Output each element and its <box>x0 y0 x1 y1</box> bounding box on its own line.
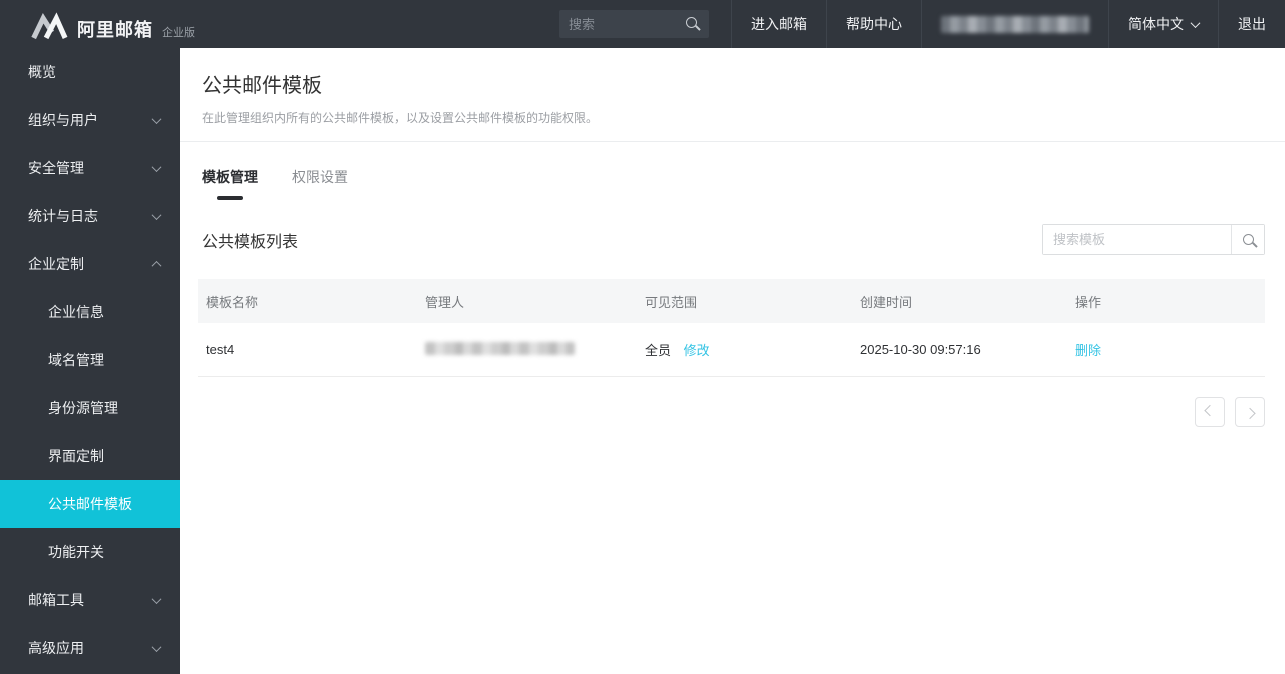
prev-page-button[interactable] <box>1195 397 1225 427</box>
section-title: 公共模板列表 <box>202 233 299 251</box>
tab-label: 权限设置 <box>292 169 348 185</box>
enter-mailbox-button[interactable]: 进入邮箱 <box>731 0 826 48</box>
sidebar-item-enterprise-custom[interactable]: 企业定制 <box>0 240 180 288</box>
sidebar-item-advanced-apps[interactable]: 高级应用 <box>0 624 180 672</box>
sidebar-item-label: 身份源管理 <box>48 400 118 416</box>
sidebar-item-public-mail-templates[interactable]: 公共邮件模板 <box>0 480 180 528</box>
next-page-button[interactable] <box>1235 397 1265 427</box>
sidebar-item-label: 概览 <box>28 64 56 80</box>
account-menu[interactable] <box>921 0 1108 48</box>
account-name-redacted <box>941 15 1089 33</box>
topbar-search <box>559 10 709 38</box>
brand-name: 阿里邮箱 <box>77 20 153 40</box>
page-title: 公共邮件模板 <box>202 75 322 97</box>
sidebar-item-feature-switch[interactable]: 功能开关 <box>0 528 180 576</box>
cell-actions: 删除 <box>1067 340 1265 359</box>
language-label: 简体中文 <box>1128 16 1184 32</box>
sidebar-item-label: 企业定制 <box>28 256 84 272</box>
tab-label: 模板管理 <box>202 169 258 185</box>
brand-edition-badge: 企业版 <box>162 27 195 39</box>
chevron-down-icon <box>151 641 162 652</box>
sidebar-item-label: 安全管理 <box>28 160 84 176</box>
logout-label: 退出 <box>1238 16 1266 32</box>
list-header: 公共模板列表 <box>180 200 1285 279</box>
col-header-created: 创建时间 <box>860 294 913 310</box>
pagination <box>200 397 1265 427</box>
chevron-up-icon <box>151 260 162 271</box>
chevron-right-icon <box>1244 407 1256 420</box>
sidebar-item-label: 公共邮件模板 <box>48 496 132 512</box>
table-header-row: 模板名称 管理人 可见范围 创建时间 操作 <box>198 279 1265 323</box>
sidebar-item-org-users[interactable]: 组织与用户 <box>0 96 180 144</box>
sidebar-item-label: 域名管理 <box>48 352 104 368</box>
sidebar-item-stats-logs[interactable]: 统计与日志 <box>0 192 180 240</box>
chevron-down-icon <box>151 113 162 124</box>
help-center-label: 帮助中心 <box>846 16 902 32</box>
tab-bar: 模板管理 权限设置 <box>180 142 1285 200</box>
main-content: 公共邮件模板 在此管理组织内所有的公共邮件模板，以及设置公共邮件模板的功能权限。… <box>180 48 1285 674</box>
sidebar-item-label: 高级应用 <box>28 640 84 656</box>
cell-created-time: 2025-10-30 09:57:16 <box>860 342 981 357</box>
search-icon <box>1242 234 1254 245</box>
sidebar-item-domain-mgmt[interactable]: 域名管理 <box>0 336 180 384</box>
alimail-logo-icon <box>31 12 68 40</box>
chevron-down-icon <box>151 161 162 172</box>
tab-permission-settings[interactable]: 权限设置 <box>292 167 348 200</box>
help-center-button[interactable]: 帮助中心 <box>826 0 921 48</box>
sidebar-item-label: 邮箱工具 <box>28 592 84 608</box>
cell-visibility: 全员 修改 <box>637 340 852 359</box>
chevron-down-icon <box>151 209 162 220</box>
sidebar-item-label: 界面定制 <box>48 448 104 464</box>
logout-button[interactable]: 退出 <box>1218 0 1285 48</box>
brand-logo: 阿里邮箱 企业版 <box>0 6 195 42</box>
enter-mailbox-label: 进入邮箱 <box>751 16 807 32</box>
template-table: 模板名称 管理人 可见范围 创建时间 操作 test4 全员 修改 2025-1… <box>198 279 1265 377</box>
visibility-value: 全员 <box>645 343 672 358</box>
sidebar-item-label: 组织与用户 <box>28 112 98 128</box>
search-icon[interactable] <box>686 17 697 28</box>
sidebar-item-identity-source[interactable]: 身份源管理 <box>0 384 180 432</box>
template-search-button[interactable] <box>1231 225 1264 254</box>
sidebar-item-label: 企业信息 <box>48 304 104 320</box>
language-selector[interactable]: 简体中文 <box>1108 0 1218 48</box>
chevron-down-icon <box>151 593 162 604</box>
col-header-visibility: 可见范围 <box>645 294 698 310</box>
col-header-template-name: 模板名称 <box>206 294 259 310</box>
cell-template-name: test4 <box>206 342 235 357</box>
page-header: 公共邮件模板 在此管理组织内所有的公共邮件模板，以及设置公共邮件模板的功能权限。 <box>180 48 1285 142</box>
table-row: test4 全员 修改 2025-10-30 09:57:16 删除 <box>198 323 1265 377</box>
sidebar-item-ui-custom[interactable]: 界面定制 <box>0 432 180 480</box>
tab-template-management[interactable]: 模板管理 <box>202 167 258 200</box>
template-search <box>1042 224 1265 255</box>
sidebar-item-enterprise-info[interactable]: 企业信息 <box>0 288 180 336</box>
sidebar-item-mail-tools[interactable]: 邮箱工具 <box>0 576 180 624</box>
chevron-left-icon <box>1204 404 1216 417</box>
col-header-manager: 管理人 <box>425 294 465 310</box>
modify-link[interactable]: 修改 <box>684 343 710 358</box>
manager-name-redacted <box>425 341 575 355</box>
sidebar-item-security[interactable]: 安全管理 <box>0 144 180 192</box>
cell-manager <box>417 341 637 358</box>
topbar: 阿里邮箱 企业版 进入邮箱 帮助中心 简体中文 退出 <box>0 0 1285 48</box>
template-search-input[interactable] <box>1043 225 1231 254</box>
sidebar-item-label: 统计与日志 <box>28 208 98 224</box>
sidebar-nav: 概览 组织与用户 安全管理 统计与日志 企业定制 企业信息 域名管理 身份源管理… <box>0 48 180 674</box>
delete-link[interactable]: 删除 <box>1075 343 1101 358</box>
sidebar-item-label: 功能开关 <box>48 544 104 560</box>
chevron-down-icon <box>1190 17 1201 28</box>
col-header-actions: 操作 <box>1075 294 1102 310</box>
sidebar-item-overview[interactable]: 概览 <box>0 48 180 96</box>
app-window: 阿里邮箱 企业版 进入邮箱 帮助中心 简体中文 退出 概览 <box>0 0 1285 674</box>
page-description: 在此管理组织内所有的公共邮件模板，以及设置公共邮件模板的功能权限。 <box>202 111 599 125</box>
